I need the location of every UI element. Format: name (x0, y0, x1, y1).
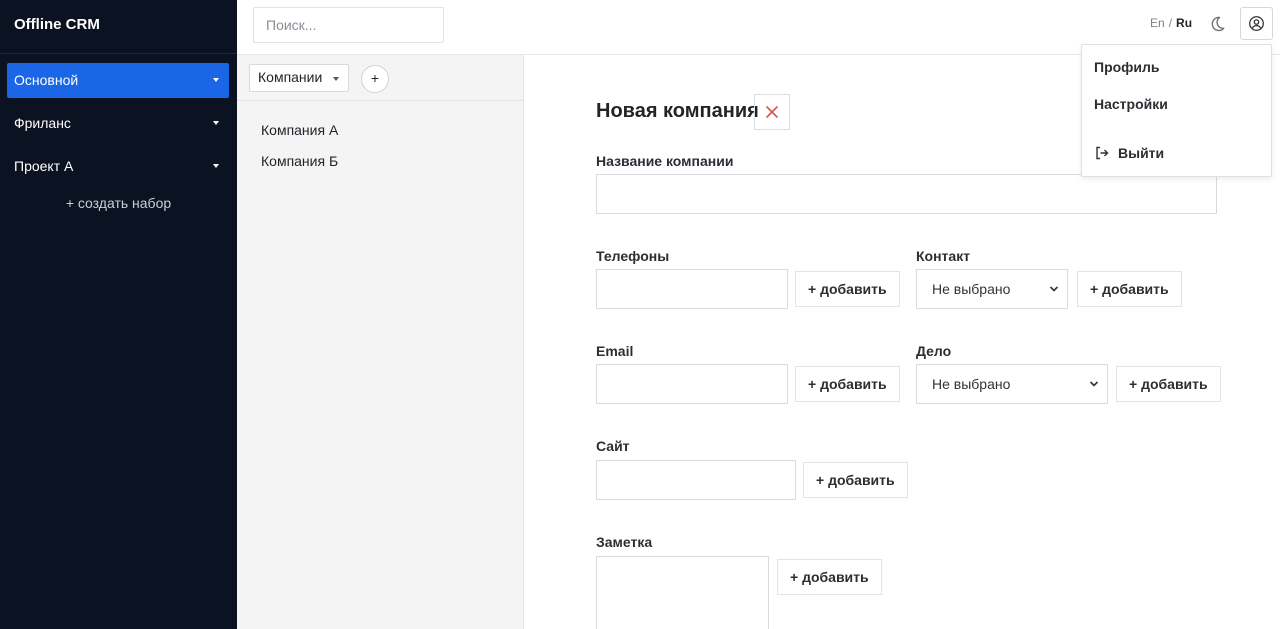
email-label: Email (596, 343, 634, 359)
form-title: Новая компания (596, 100, 759, 122)
caret-down-icon (333, 77, 339, 81)
lang-en-option[interactable]: En (1150, 16, 1165, 30)
add-site-button[interactable]: + добавить (803, 462, 908, 498)
contact-label: Контакт (916, 248, 971, 264)
email-field[interactable] (596, 364, 788, 404)
chevron-down-icon (1049, 286, 1059, 292)
logout-label: Выйти (1118, 145, 1165, 161)
app-title: Offline CRM (0, 0, 237, 54)
search-input[interactable] (253, 7, 444, 43)
entity-type-value: Компании (258, 69, 323, 85)
company-name-field[interactable] (596, 174, 1217, 214)
phones-label: Телефоны (596, 248, 670, 264)
chevron-down-icon (1089, 381, 1099, 387)
lang-ru-option[interactable]: Ru (1176, 16, 1192, 30)
list-item[interactable]: Компания А (237, 115, 523, 146)
case-select-value: Не выбрано (932, 376, 1011, 392)
close-icon (765, 105, 779, 119)
add-phone-button[interactable]: + добавить (795, 271, 900, 307)
user-circle-icon (1249, 16, 1264, 31)
caret-down-icon (213, 78, 219, 82)
contact-select[interactable]: Не выбрано (916, 269, 1068, 309)
contact-select-value: Не выбрано (932, 281, 1011, 297)
sidebar: Offline CRM Основной Фриланс Проект А + … (0, 0, 237, 629)
list-item[interactable]: Компания Б (237, 146, 523, 177)
add-contact-button[interactable]: + добавить (1077, 271, 1182, 307)
list-toolbar: Компании + (237, 55, 523, 101)
sidebar-item-label: Фриланс (14, 115, 71, 131)
site-field[interactable] (596, 460, 796, 500)
create-set-link[interactable]: + создать набор (0, 195, 237, 211)
company-list: Компания А Компания Б (237, 101, 523, 177)
site-label: Сайт (596, 438, 630, 454)
note-textarea[interactable] (596, 556, 769, 629)
entity-list-panel: Компании + Компания А Компания Б (237, 55, 524, 629)
logout-icon (1096, 146, 1109, 160)
company-name-label: Название компании (596, 153, 734, 169)
moon-icon[interactable] (1207, 14, 1227, 34)
menu-item-profile[interactable]: Профиль (1094, 59, 1160, 75)
sidebar-item-label: Проект А (14, 158, 74, 174)
menu-item-logout[interactable]: Выйти (1094, 145, 1164, 161)
lang-separator: / (1168, 16, 1173, 30)
user-dropdown-menu: Профиль Настройки Выйти (1081, 44, 1272, 177)
sidebar-item-project-a[interactable]: Проект А (7, 149, 229, 184)
menu-item-settings[interactable]: Настройки (1094, 96, 1168, 112)
note-label: Заметка (596, 534, 653, 550)
add-email-button[interactable]: + добавить (795, 366, 900, 402)
sidebar-item-label: Основной (14, 72, 79, 88)
sidebar-item-freelance[interactable]: Фриланс (7, 106, 229, 141)
user-menu-button[interactable] (1240, 7, 1273, 40)
entity-type-select[interactable]: Компании (249, 64, 349, 92)
phone-field[interactable] (596, 269, 788, 309)
language-switcher: En / Ru (1150, 16, 1192, 30)
caret-down-icon (213, 164, 219, 168)
add-note-button[interactable]: + добавить (777, 559, 882, 595)
sidebar-item-main[interactable]: Основной (7, 63, 229, 98)
case-select[interactable]: Не выбрано (916, 364, 1108, 404)
add-entity-button[interactable]: + (361, 65, 389, 93)
caret-down-icon (213, 121, 219, 125)
add-case-button[interactable]: + добавить (1116, 366, 1221, 402)
case-label: Дело (916, 343, 952, 359)
close-form-button[interactable] (754, 94, 790, 130)
